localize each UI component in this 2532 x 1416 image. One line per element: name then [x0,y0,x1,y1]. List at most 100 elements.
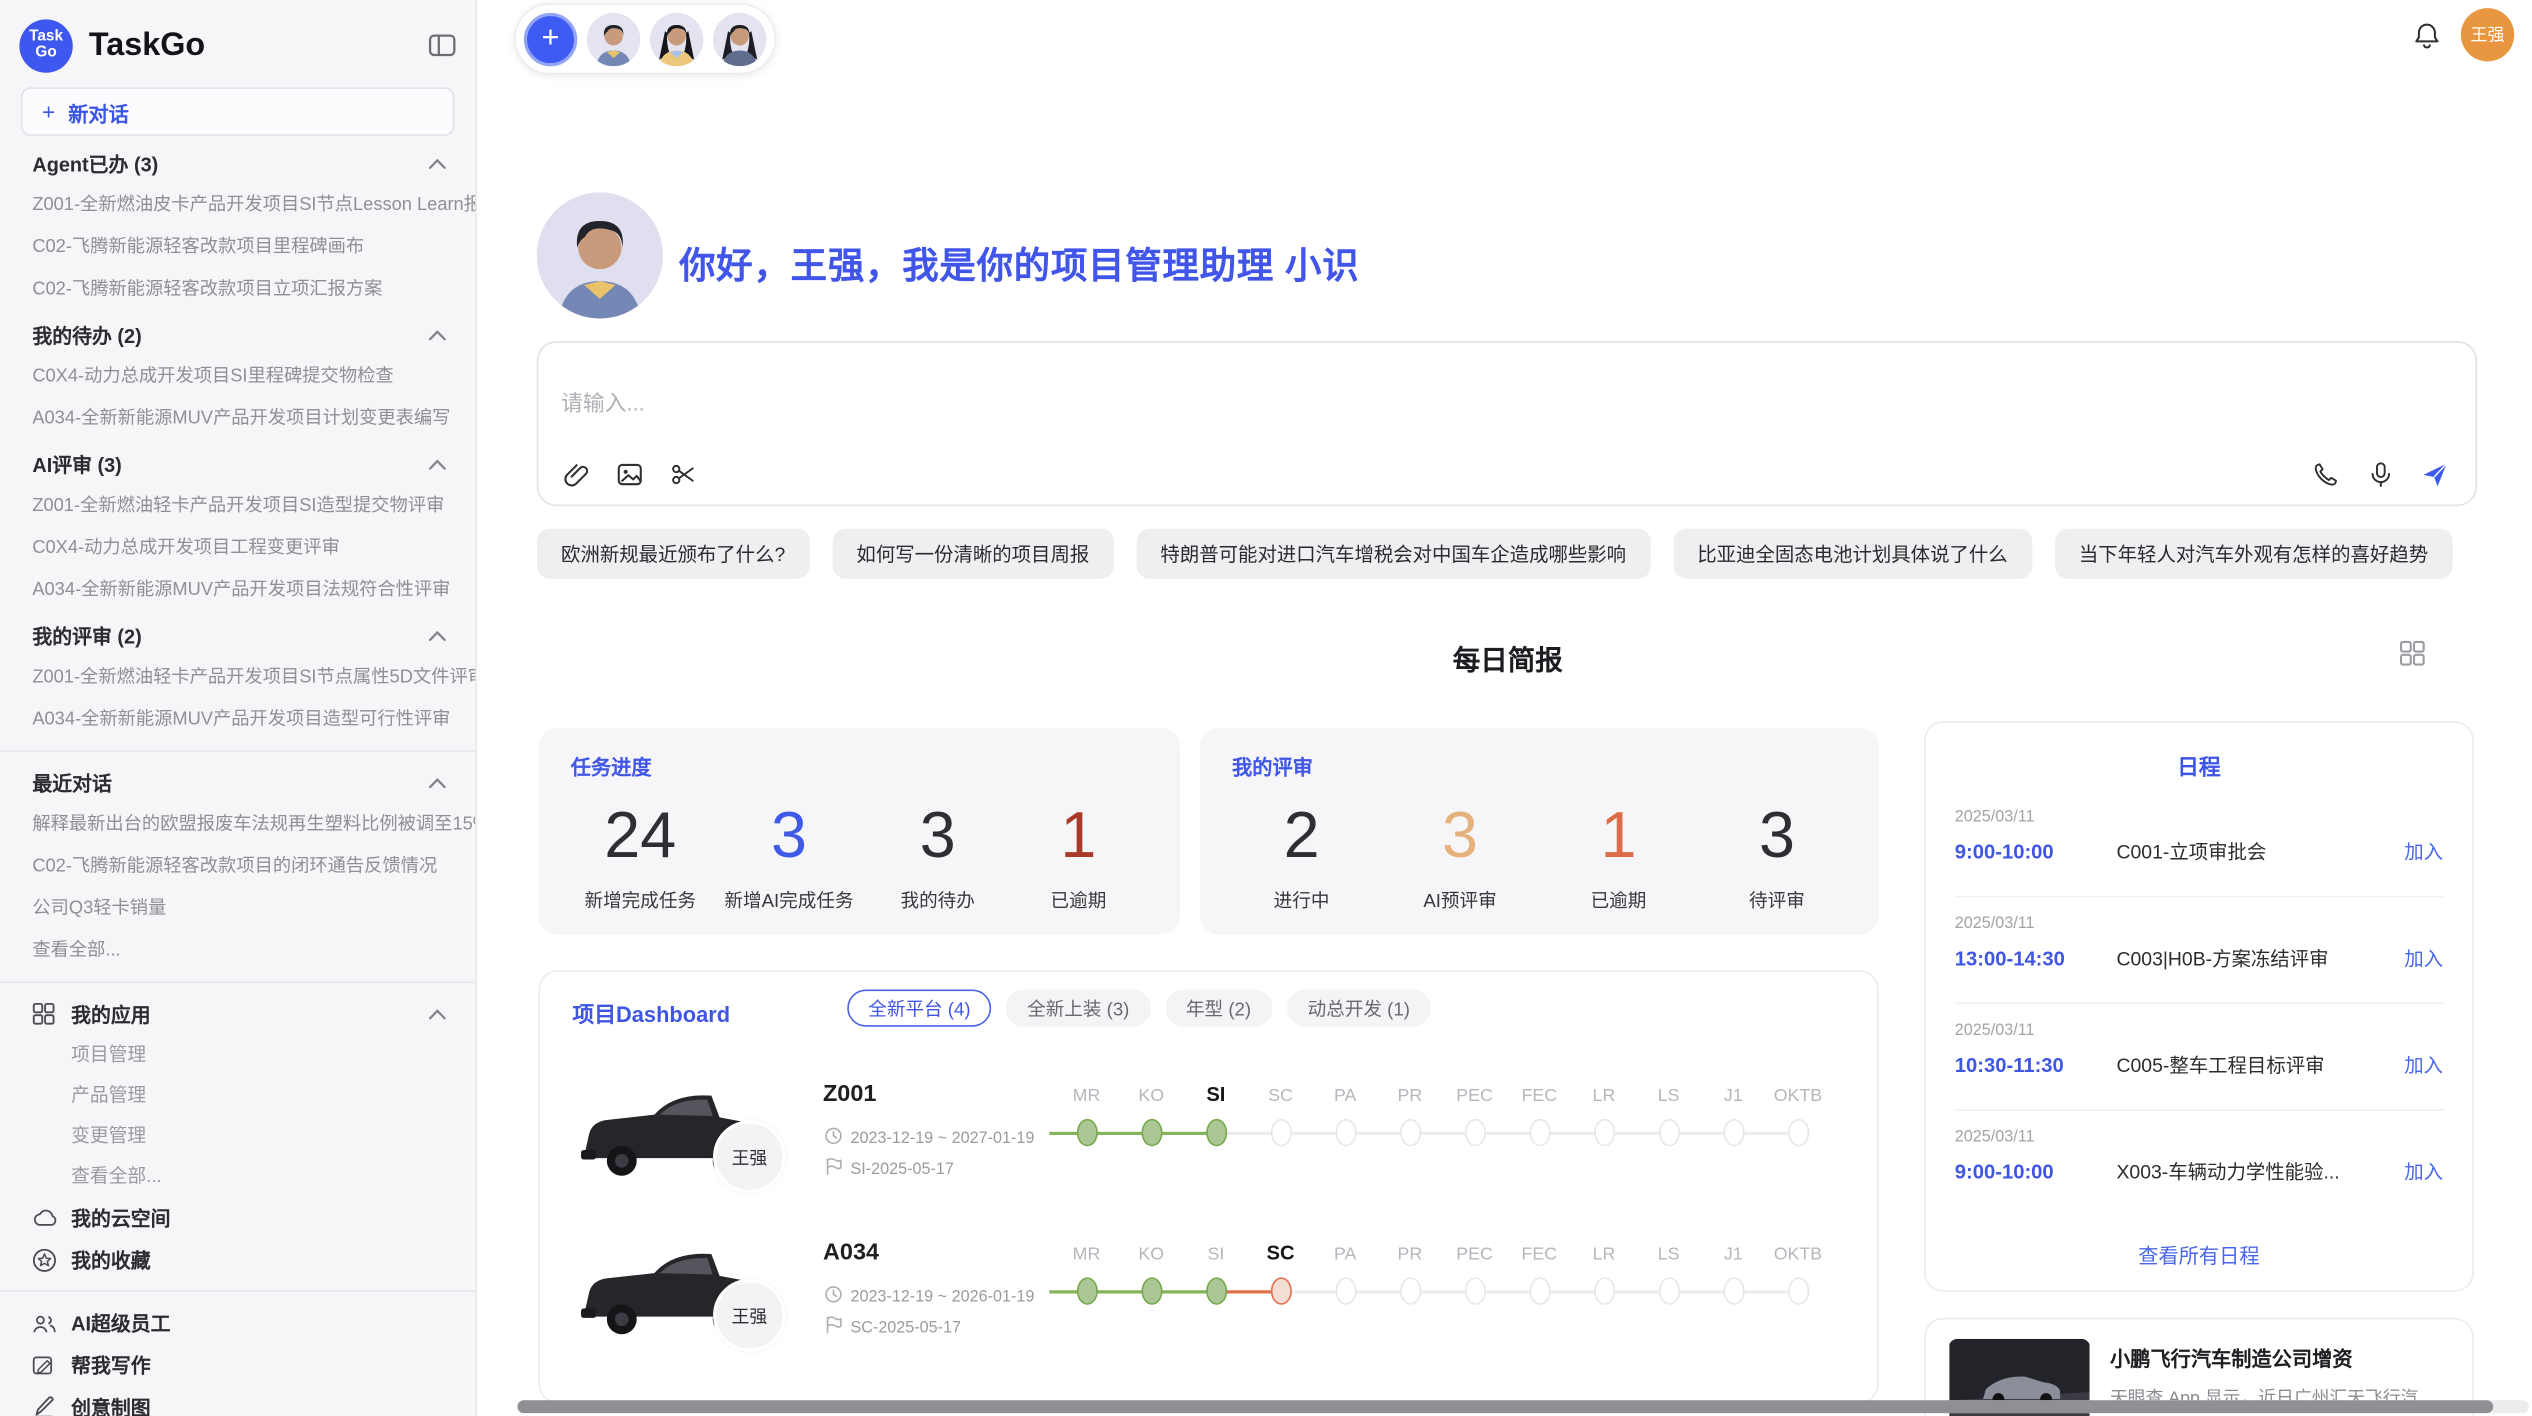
sidebar-tool-ai-super-staff[interactable]: AI超级员工 [0,1302,475,1344]
milestone-stop: LS [1636,1237,1701,1310]
recent-conversation-item[interactable]: C02-飞腾新能源轻客改款项目的闭环通告反馈情况 [0,846,475,888]
milestone-dot[interactable] [1270,1119,1291,1146]
user-avatar[interactable]: 王强 [2461,8,2514,61]
microphone-icon[interactable] [2365,459,2394,488]
sidebar-task-item[interactable]: C0X4-动力总成开发项目SI里程碑提交物检查 [0,356,475,398]
milestone-dot[interactable] [1205,1277,1226,1304]
milestone-dot[interactable] [1658,1119,1679,1146]
milestone-dot[interactable] [1399,1119,1420,1146]
horizontal-scrollbar-thumb[interactable] [517,1400,2493,1413]
horizontal-scrollbar-track[interactable] [517,1400,2528,1413]
chevron-up-icon[interactable] [427,627,450,643]
milestone-dot[interactable] [1464,1277,1485,1304]
milestone-dot[interactable] [1787,1277,1808,1304]
sidebar-task-item[interactable]: A034-全新新能源MUV产品开发项目造型可行性评审 [0,698,475,740]
image-icon[interactable] [614,459,643,488]
dashboard-filter-pill[interactable]: 年型 (2) [1165,990,1272,1027]
add-agent-button[interactable]: + [524,12,577,65]
scissors-icon[interactable] [668,459,697,488]
dashboard-filter-pill[interactable]: 动总开发 (1) [1287,990,1431,1027]
event-join-link[interactable]: 加入 [2404,1158,2443,1185]
milestone-dot[interactable] [1399,1277,1420,1304]
milestone-dot[interactable] [1593,1119,1614,1146]
sidebar-link-my-cloud-space[interactable]: 我的云空间 [0,1196,475,1238]
sidebar-task-item[interactable]: C02-飞腾新能源轻客改款项目里程碑画布 [0,226,475,268]
app-sub-item[interactable]: 项目管理 [0,1035,475,1075]
suggestion-chip[interactable]: 欧洲新规最近颁布了什么? [537,529,810,579]
send-icon[interactable] [2420,459,2449,488]
milestone-dot[interactable] [1076,1277,1097,1304]
app-sub-item[interactable]: 变更管理 [0,1116,475,1156]
event-join-link[interactable]: 加入 [2404,944,2443,971]
sidebar-task-item[interactable]: Z001-全新燃油皮卡产品开发项目SI节点Lesson Learn报告 [0,184,475,226]
chevron-up-icon[interactable] [427,155,450,171]
dashboard-filter-pill[interactable]: 全新上装 (3) [1006,990,1150,1027]
chevron-up-icon[interactable] [427,327,450,343]
event-join-link[interactable]: 加入 [2404,838,2443,865]
agent-avatar-3[interactable] [713,12,766,65]
milestone-dot[interactable] [1593,1277,1614,1304]
milestone-dot[interactable] [1787,1119,1808,1146]
milestone-label: SC [1267,1237,1295,1264]
sidebar-task-item[interactable]: A034-全新新能源MUV产品开发项目计划变更表编写 [0,398,475,440]
sidebar-task-item[interactable]: C0X4-动力总成开发项目工程变更评审 [0,527,475,569]
milestone-dot[interactable] [1270,1277,1291,1304]
milestone-dot[interactable] [1076,1119,1097,1146]
milestone-dot[interactable] [1723,1277,1744,1304]
event-join-link[interactable]: 加入 [2404,1051,2443,1078]
suggestion-chip[interactable]: 特朗普可能对进口汽车增税会对中国车企造成哪些影响 [1136,529,1650,579]
my-apps-header[interactable]: 我的应用 [0,993,475,1035]
sidebar-link-my-favorites[interactable]: 我的收藏 [0,1239,475,1281]
milestone-dot[interactable] [1205,1119,1226,1146]
attachment-icon[interactable] [561,459,590,488]
project-code[interactable]: A034 [823,1240,879,1266]
chevron-up-icon[interactable] [427,774,450,790]
sidebar-tool-help-me-write[interactable]: 帮我写作 [0,1344,475,1386]
chevron-up-icon[interactable] [427,456,450,472]
layout-grid-icon[interactable] [2399,640,2425,666]
sidebar-collapse-icon[interactable] [427,32,456,58]
recent-conversation-item[interactable]: 解释最新出台的欧盟报废车法规再生塑料比例被调至15%... [0,804,475,846]
sidebar-task-item[interactable]: Z001-全新燃油轻卡产品开发项目SI节点属性5D文件评审 [0,656,475,698]
notification-bell-icon[interactable] [2412,21,2441,50]
milestone-dot[interactable] [1141,1277,1162,1304]
recent-conversation-item[interactable]: 查看全部... [0,930,475,972]
app-sub-item[interactable]: 查看全部... [0,1156,475,1196]
schedule-event: 2025/03/1110:30-11:30C005-整车工程目标评审加入 [1955,1004,2443,1111]
milestone-dot[interactable] [1141,1119,1162,1146]
project-code[interactable]: Z001 [823,1082,876,1108]
app-sub-item[interactable]: 产品管理 [0,1075,475,1115]
recent-conversation-item[interactable]: 公司Q3轻卡销量 [0,888,475,930]
sidebar-task-item[interactable]: Z001-全新燃油轻卡产品开发项目SI造型提交物评审 [0,485,475,527]
project-flag: SI-2025-05-17 [825,1158,954,1181]
chevron-up-icon[interactable] [427,1006,450,1022]
milestone-dot[interactable] [1464,1119,1485,1146]
milestone-stop: MR [1054,1078,1119,1151]
milestone-dot[interactable] [1529,1119,1550,1146]
phone-call-icon[interactable] [2310,459,2339,488]
sidebar-apps-section: 我的应用项目管理产品管理变更管理查看全部...我的云空间我的收藏 [0,993,475,1281]
milestone-dot[interactable] [1529,1277,1550,1304]
my-favorites-label: 我的收藏 [71,1245,449,1274]
milestone-dot[interactable] [1335,1119,1356,1146]
view-all-schedule-link[interactable]: 查看所有日程 [1926,1239,2472,1270]
suggestion-chip[interactable]: 比亚迪全固态电池计划具体说了什么 [1673,529,2032,579]
new-chat-button[interactable]: + 新对话 [21,87,454,136]
sidebar-task-item[interactable]: A034-全新新能源MUV产品开发项目法规符合性评审 [0,569,475,611]
dashboard-filter-pill[interactable]: 全新平台 (4) [847,990,991,1027]
agent-avatar-1[interactable] [587,12,640,65]
briefing-header: 每日简报 [538,637,2477,673]
milestone-dot[interactable] [1658,1277,1679,1304]
suggestion-chip[interactable]: 当下年轻人对汽车外观有怎样的喜好趋势 [2055,529,2453,579]
sidebar-tool-creative-drawing[interactable]: 创意制图 [0,1386,475,1416]
milestone-dot[interactable] [1723,1119,1744,1146]
schedule-list: 2025/03/119:00-10:00C001-立项审批会加入2025/03/… [1926,791,2472,1218]
event-time: 13:00-14:30 [1955,947,2117,970]
agent-avatar-2[interactable] [650,12,703,65]
suggestion-chip[interactable]: 如何写一份清晰的项目周报 [832,529,1113,579]
stat-label: 我的待办 [900,888,974,914]
owner-badge: 王强 [713,1120,786,1193]
sidebar-task-item[interactable]: C02-飞腾新能源轻客改款项目立项汇报方案 [0,268,475,310]
milestone-dot[interactable] [1335,1277,1356,1304]
chat-input[interactable] [538,385,2475,450]
